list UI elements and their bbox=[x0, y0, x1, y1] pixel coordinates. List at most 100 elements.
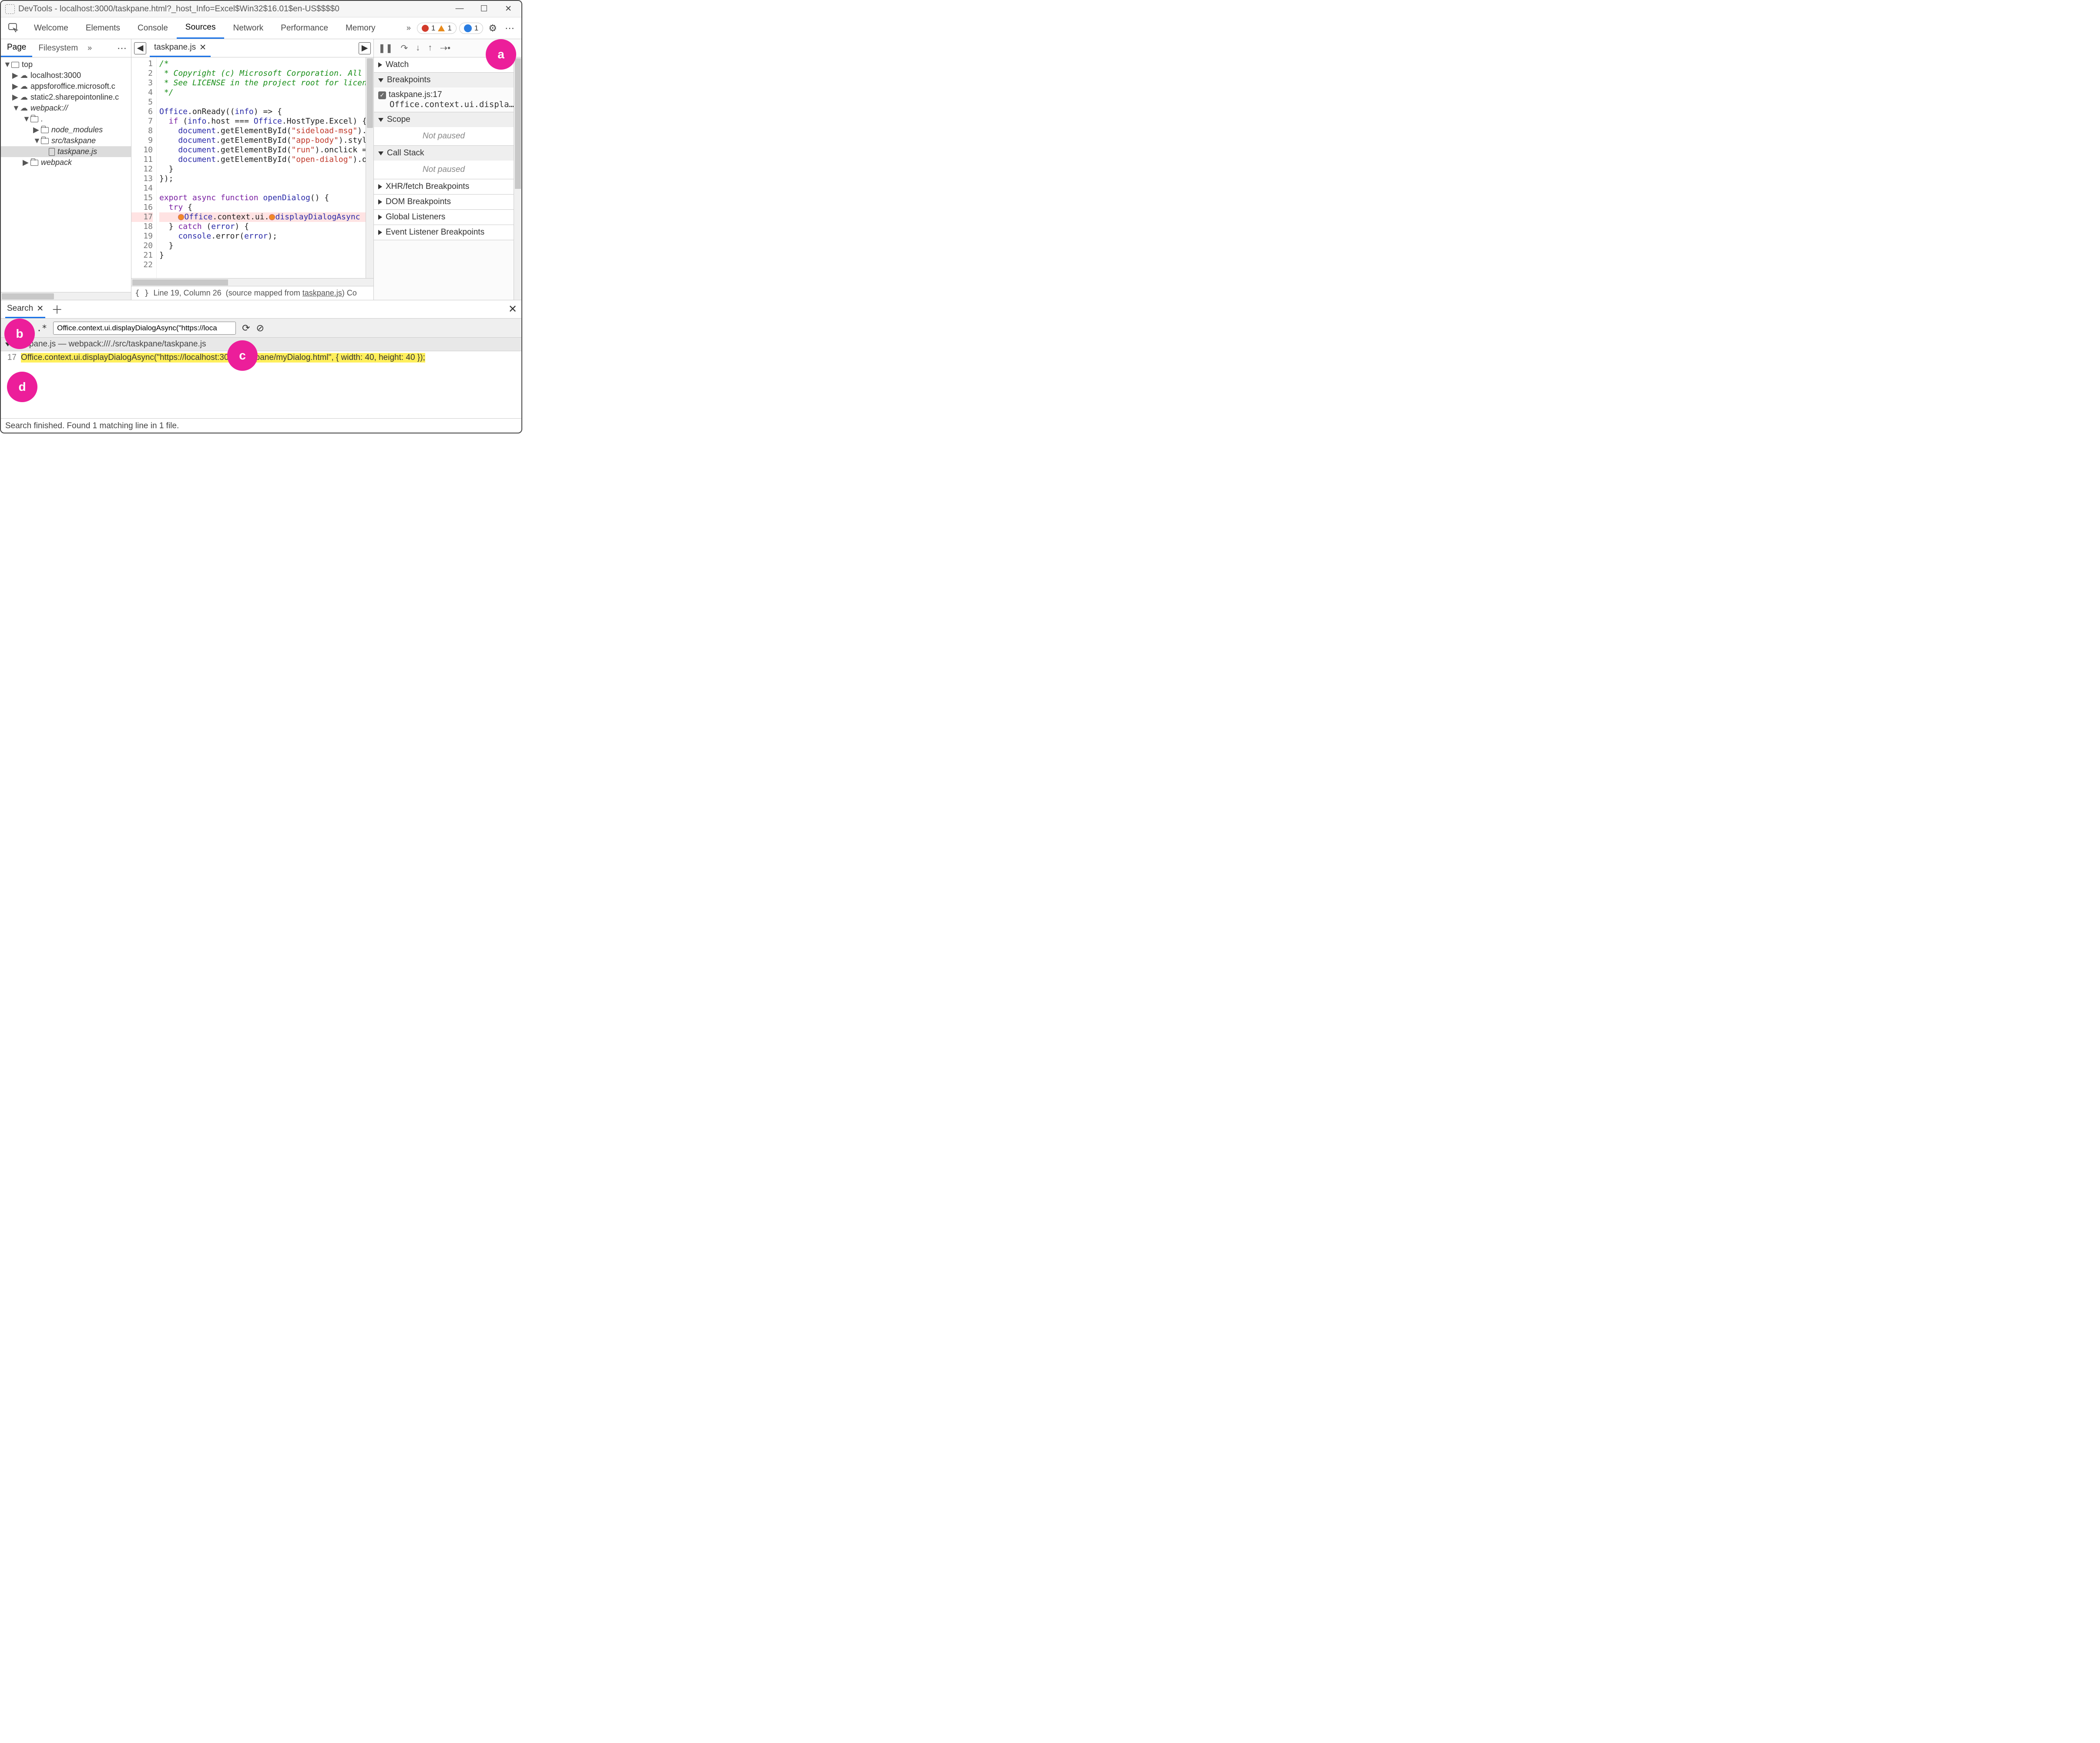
devtools-app-icon bbox=[5, 4, 15, 14]
sidebar-tab-page[interactable]: Page bbox=[1, 39, 32, 57]
drawer-tabs: Search✕ ＋ ✕ bbox=[1, 300, 521, 319]
step-over-icon[interactable]: ↷ bbox=[401, 43, 408, 54]
tree-folder[interactable]: src/taskpane bbox=[51, 136, 96, 145]
editor-v-scrollbar[interactable] bbox=[366, 57, 373, 278]
pause-icon[interactable]: ❚❚ bbox=[378, 43, 393, 54]
nav-forward-icon[interactable]: ▶ bbox=[359, 42, 371, 54]
step-into-icon[interactable]: ↓ bbox=[416, 43, 420, 53]
maximize-icon[interactable]: ☐ bbox=[479, 4, 489, 14]
settings-icon[interactable]: ⚙ bbox=[486, 23, 500, 34]
tab-elements[interactable]: Elements bbox=[77, 17, 129, 39]
sidebar: Page Filesystem » ⋯ ▼top ▶☁localhost:300… bbox=[1, 39, 131, 300]
annotation-marker-a: a bbox=[486, 39, 516, 70]
more-menu-icon[interactable]: ⋯ bbox=[502, 23, 518, 34]
window-title: DevTools - localhost:3000/taskpane.html?… bbox=[18, 4, 339, 14]
cloud-icon: ☁ bbox=[20, 82, 28, 91]
tree-folder[interactable]: webpack bbox=[41, 158, 72, 167]
tree-domain[interactable]: appsforoffice.microsoft.c bbox=[30, 82, 115, 91]
minimize-icon[interactable]: — bbox=[454, 4, 465, 14]
tree-domain[interactable]: static2.sharepointonline.c bbox=[30, 93, 119, 102]
global-listeners-header[interactable]: Global Listeners bbox=[374, 210, 514, 225]
more-tabs-icon[interactable]: » bbox=[403, 24, 414, 33]
drawer: Search✕ ＋ ✕ .* ⟳ ⊘ taskpane.js — webpack… bbox=[1, 300, 521, 433]
close-tab-icon[interactable]: ✕ bbox=[199, 43, 206, 53]
annotation-marker-b: b bbox=[4, 319, 35, 349]
warning-icon bbox=[438, 25, 445, 31]
pretty-print-icon[interactable]: { } bbox=[135, 289, 149, 298]
top-tabs: Welcome Elements Console Sources Network… bbox=[1, 17, 521, 39]
close-tab-icon[interactable]: ✕ bbox=[37, 304, 44, 314]
callstack-not-paused: Not paused bbox=[374, 161, 514, 179]
sidebar-tabs: Page Filesystem » ⋯ bbox=[1, 39, 131, 57]
window-controls: — ☐ ✕ bbox=[454, 4, 517, 14]
dom-breakpoints-header[interactable]: DOM Breakpoints bbox=[374, 195, 514, 209]
close-icon[interactable]: ✕ bbox=[503, 4, 514, 14]
editor-h-scrollbar[interactable] bbox=[131, 278, 373, 286]
file-icon bbox=[49, 148, 55, 156]
folder-icon bbox=[41, 127, 49, 133]
frame-icon bbox=[11, 62, 19, 68]
breakpoint-item[interactable]: ✓taskpane.js:17 Office.context.ui.displa… bbox=[374, 87, 514, 112]
tab-performance[interactable]: Performance bbox=[272, 17, 337, 39]
tree-top[interactable]: top bbox=[22, 60, 33, 69]
step-icon[interactable]: ⇢• bbox=[440, 43, 450, 54]
tree-webpack[interactable]: webpack:// bbox=[30, 104, 68, 113]
tab-console[interactable]: Console bbox=[129, 17, 177, 39]
sidebar-tab-filesystem[interactable]: Filesystem bbox=[32, 39, 84, 57]
cursor-position: Line 19, Column 26 bbox=[154, 289, 222, 298]
editor-status-bar: { } Line 19, Column 26 (source mapped fr… bbox=[131, 286, 373, 300]
checkbox-icon[interactable]: ✓ bbox=[378, 91, 386, 99]
main-area: Page Filesystem » ⋯ ▼top ▶☁localhost:300… bbox=[1, 39, 521, 300]
nav-back-icon[interactable]: ◀ bbox=[134, 42, 146, 54]
info-icon bbox=[464, 24, 472, 32]
folder-icon bbox=[41, 138, 49, 144]
regex-toggle[interactable]: .* bbox=[37, 323, 47, 333]
tab-welcome[interactable]: Welcome bbox=[25, 17, 77, 39]
sidebar-more-icon[interactable]: » bbox=[84, 44, 95, 53]
breakpoint-column-icon[interactable] bbox=[178, 214, 184, 220]
breakpoints-header[interactable]: Breakpoints bbox=[374, 73, 514, 87]
debug-pane: ❚❚ ↷ ↓ ↑ ⇢• Watch Breakpoints ✓taskpane.… bbox=[373, 39, 521, 300]
search-status: Search finished. Found 1 matching line i… bbox=[1, 418, 521, 433]
callstack-header[interactable]: Call Stack bbox=[374, 146, 514, 161]
code-area[interactable]: /* * Copyright (c) Microsoft Corporation… bbox=[157, 57, 366, 278]
refresh-icon[interactable]: ⟳ bbox=[242, 322, 250, 334]
drawer-tab-search[interactable]: Search✕ bbox=[5, 300, 45, 318]
editor-tabs: ◀ taskpane.js ✕ ▶ bbox=[131, 39, 373, 57]
tab-network[interactable]: Network bbox=[224, 17, 272, 39]
scope-header[interactable]: Scope bbox=[374, 112, 514, 127]
xhr-breakpoints-header[interactable]: XHR/fetch Breakpoints bbox=[374, 179, 514, 194]
tree-folder[interactable]: node_modules bbox=[51, 125, 103, 134]
debug-v-scrollbar[interactable] bbox=[514, 57, 521, 300]
annotation-marker-d: d bbox=[7, 372, 37, 402]
sidebar-h-scrollbar[interactable] bbox=[1, 292, 131, 300]
editor-tab-taskpane[interactable]: taskpane.js ✕ bbox=[150, 39, 211, 57]
cloud-icon: ☁ bbox=[20, 104, 28, 113]
editor-body[interactable]: 12345678910111213141516171819202122 /* *… bbox=[131, 57, 373, 278]
clear-icon[interactable]: ⊘ bbox=[256, 322, 264, 334]
step-out-icon[interactable]: ↑ bbox=[428, 43, 432, 53]
tab-sources[interactable]: Sources bbox=[177, 17, 225, 39]
search-result-file[interactable]: taskpane.js — webpack:///./src/taskpane/… bbox=[1, 338, 521, 351]
source-map-link[interactable]: taskpane.js bbox=[302, 289, 342, 297]
tree-domain[interactable]: localhost:3000 bbox=[30, 71, 81, 80]
search-input[interactable] bbox=[53, 322, 236, 335]
scope-not-paused: Not paused bbox=[374, 127, 514, 145]
event-listener-bp-header[interactable]: Event Listener Breakpoints bbox=[374, 225, 514, 240]
tree-folder[interactable]: . bbox=[41, 114, 43, 124]
search-bar: .* ⟳ ⊘ bbox=[1, 319, 521, 338]
line-gutter[interactable]: 12345678910111213141516171819202122 bbox=[131, 57, 157, 278]
file-tree[interactable]: ▼top ▶☁localhost:3000 ▶☁appsforoffice.mi… bbox=[1, 57, 131, 292]
close-drawer-icon[interactable]: ✕ bbox=[508, 303, 517, 316]
search-result-line[interactable]: 17 Office.context.ui.displayDialogAsync(… bbox=[1, 351, 521, 364]
info-counter[interactable]: 1 bbox=[459, 23, 483, 34]
new-tab-icon[interactable]: ＋ bbox=[51, 301, 63, 317]
breakpoint-column-icon[interactable] bbox=[269, 214, 275, 220]
sidebar-menu-icon[interactable]: ⋯ bbox=[114, 43, 131, 54]
inspect-element-icon[interactable] bbox=[6, 21, 21, 36]
titlebar: DevTools - localhost:3000/taskpane.html?… bbox=[1, 1, 521, 17]
tree-file-selected[interactable]: taskpane.js bbox=[57, 147, 97, 156]
folder-icon bbox=[30, 116, 38, 122]
error-warning-counter[interactable]: 1 1 bbox=[417, 23, 457, 34]
tab-memory[interactable]: Memory bbox=[337, 17, 384, 39]
